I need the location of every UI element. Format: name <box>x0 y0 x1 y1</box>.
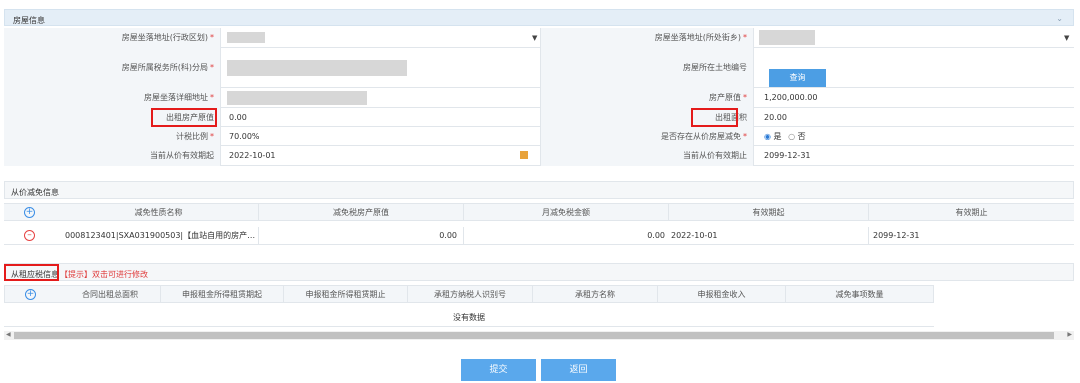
rental-info-title-bar: 从租应税信息 【提示】双击可进行修改 <box>4 263 1074 281</box>
reduction-info-title-bar: 从价减免信息 <box>4 181 1074 199</box>
back-button[interactable]: 返回 <box>541 359 616 381</box>
label-valid-to: 当前从价有效期止 <box>540 146 754 166</box>
label-detail-address: 房屋坐落详细地址 * <box>4 88 221 108</box>
district-dropdown-icon[interactable]: ▼ <box>532 34 537 42</box>
table-row[interactable]: – 0008123401|SXA031900503|【血站自用的房产… 0.00… <box>4 227 1074 245</box>
highlight-rental-info-title <box>4 264 59 281</box>
query-button[interactable]: 查询 <box>769 69 826 87</box>
reduction-info-title: 从价减免信息 <box>11 188 59 197</box>
reduction-col-name: 减免性质名称 <box>59 204 259 220</box>
form-row-ratio: 计税比例 * 70.00% 是否存在从价房屋减免 * ◉ 是 ○ 否 <box>4 127 1074 146</box>
submit-button[interactable]: 提交 <box>461 359 536 381</box>
form-row-tax-office: 房屋所属税务所(科)分局 * 房屋所在土地编号 查询 <box>4 48 1074 88</box>
label-location-district: 房屋坐落地址(行政区划) * <box>4 28 221 48</box>
location-district-value <box>227 32 265 43</box>
reduction-monthly-cell: 0.00 <box>647 231 665 240</box>
rental-empty-row: 没有数据 <box>4 309 934 327</box>
valid-from-input[interactable]: 2022-10-01 <box>221 146 276 166</box>
reduction-from-cell: 2022-10-01 <box>669 227 869 244</box>
label-tax-office: 房屋所属税务所(科)分局 * <box>4 48 221 88</box>
rental-col-exemption-count: 减免事项数量 <box>786 286 934 302</box>
detail-address-value <box>227 91 367 105</box>
radio-no-label[interactable]: 否 <box>798 132 806 141</box>
form-row-address: 房屋坐落详细地址 * 房产原值 * 1,200,000.00 <box>4 88 1074 108</box>
rental-info-hint: 【提示】双击可进行修改 <box>60 270 148 279</box>
rental-original-value-input[interactable]: 0.00 <box>221 108 247 127</box>
location-street-value <box>759 30 815 45</box>
street-dropdown-icon[interactable]: ▼ <box>1064 34 1069 42</box>
tax-ratio-value: 70.00% <box>229 132 260 141</box>
label-land-number: 房屋所在土地编号 <box>540 48 754 88</box>
rental-col-income: 申报租金收入 <box>658 286 786 302</box>
highlight-rental-original-value <box>151 108 217 127</box>
label-tax-ratio: 计税比例 * <box>4 127 221 146</box>
horizontal-scrollbar[interactable]: ◀ ▶ <box>4 331 1074 340</box>
empty-text: 没有数据 <box>453 313 485 322</box>
original-value: 1,200,000.00 <box>764 93 818 102</box>
reduction-original-cell: 0.00 <box>259 227 464 244</box>
label-value-based-reduction: 是否存在从价房屋减免 * <box>540 127 754 146</box>
reduction-col-monthly: 月减免税金额 <box>464 204 669 220</box>
house-info-header[interactable]: 房屋信息 ⌄ <box>4 9 1074 26</box>
add-reduction-icon[interactable]: + <box>24 207 35 218</box>
radio-yes-label[interactable]: 是 <box>774 132 782 141</box>
chevron-down-icon[interactable]: ⌄ <box>1056 14 1063 23</box>
remove-reduction-icon[interactable]: – <box>24 230 35 241</box>
house-info-title: 房屋信息 <box>13 16 45 25</box>
radio-no-icon[interactable]: ○ <box>788 132 795 141</box>
label-valid-from: 当前从价有效期起 <box>4 146 221 166</box>
label-original-value: 房产原值 * <box>540 88 754 108</box>
calendar-icon[interactable] <box>520 151 528 159</box>
valid-to-value: 2099-12-31 <box>764 151 811 160</box>
rental-area-input[interactable]: 20.00 <box>756 108 787 127</box>
form-row-validity: 当前从价有效期起 2022-10-01 当前从价有效期止 2099-12-31 <box>4 146 1074 166</box>
rental-col-period-from: 申报租金所得租赁期起 <box>161 286 284 302</box>
rental-col-area: 合同出租总面积 <box>60 286 161 302</box>
rental-table-header: + 合同出租总面积 申报租金所得租赁期起 申报租金所得租赁期止 承租方纳税人识别… <box>4 285 934 303</box>
label-location-street: 房屋坐落地址(所处街乡) * <box>540 28 754 48</box>
reduction-col-to: 有效期止 <box>955 208 988 217</box>
rental-col-tenant-name: 承租方名称 <box>533 286 658 302</box>
reduction-table-header: + 减免性质名称 减免税房产原值 月减免税金额 有效期起 有效期止 <box>4 203 1074 221</box>
form-row-location: 房屋坐落地址(行政区划) * ▼ 房屋坐落地址(所处街乡) * ▼ <box>4 28 1074 48</box>
reduction-col-original: 减免税房产原值 <box>259 204 464 220</box>
highlight-rental-area <box>691 108 738 127</box>
scroll-right-icon[interactable]: ▶ <box>1067 331 1072 338</box>
radio-yes-icon[interactable]: ◉ <box>764 132 771 141</box>
reduction-col-from: 有效期起 <box>669 204 869 220</box>
add-rental-icon[interactable]: + <box>25 289 36 300</box>
reduction-to-cell: 2099-12-31 <box>873 231 920 240</box>
scrollbar-thumb[interactable] <box>14 332 1054 339</box>
rental-col-taxpayer-id: 承租方纳税人识别号 <box>408 286 533 302</box>
scroll-left-icon[interactable]: ◀ <box>6 331 11 338</box>
tax-office-value <box>227 60 407 76</box>
reduction-radio-group: ◉ 是 ○ 否 <box>756 127 806 146</box>
rental-col-period-to: 申报租金所得租赁期止 <box>284 286 408 302</box>
reduction-name-cell: 0008123401|SXA031900503|【血站自用的房产… <box>59 227 259 244</box>
